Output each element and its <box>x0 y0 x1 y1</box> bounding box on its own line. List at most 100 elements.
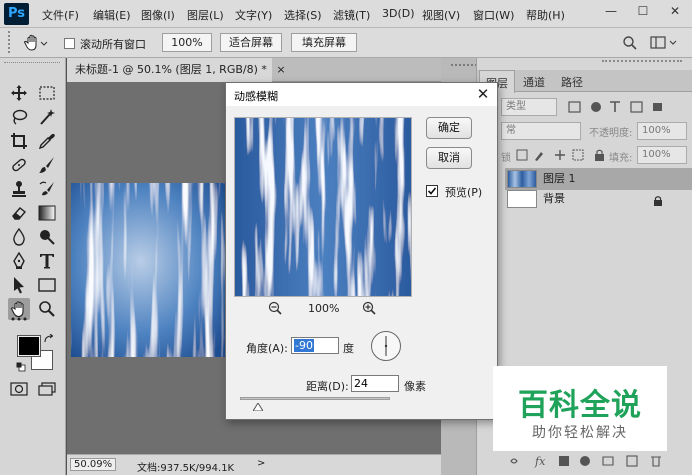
cancel-button[interactable]: 取消 <box>426 147 472 169</box>
layer-kind-filter[interactable]: 类型 <box>501 98 557 116</box>
ok-button[interactable]: 确定 <box>426 117 472 139</box>
document-tab-title: 未标题-1 @ 50.1% (图层 1, RGB/8) * <box>75 63 267 76</box>
dialog-title: 动感模糊 <box>234 90 278 103</box>
distance-unit: 像素 <box>404 380 426 393</box>
fill-field[interactable]: 100% <box>637 146 687 164</box>
layer-thumbnail <box>507 190 537 208</box>
swap-colors-icon[interactable] <box>43 333 55 344</box>
path-select-icon[interactable] <box>8 274 30 296</box>
distance-slider-track[interactable] <box>240 397 390 400</box>
layer-row-background[interactable]: 背景 <box>505 188 692 210</box>
type-tool-icon[interactable] <box>36 250 58 272</box>
menu-bar: Ps 文件(F) 编辑(E) 图像(I) 图层(L) 文字(Y) 选择(S) 滤… <box>0 0 692 28</box>
close-document-icon[interactable]: × <box>276 63 285 76</box>
layers-panel-tabs: 图层 通道 路径 <box>477 70 692 93</box>
marquee-tool-icon[interactable] <box>36 82 58 104</box>
zoom-in-icon[interactable] <box>362 301 376 315</box>
blend-mode-select[interactable]: 常 <box>501 122 581 140</box>
tab-paths[interactable]: 路径 <box>561 74 583 90</box>
photoshop-logo-icon: Ps <box>4 3 29 25</box>
pen-tool-icon[interactable] <box>8 250 30 272</box>
menu-window[interactable]: 窗口(W) <box>473 7 514 23</box>
distance-slider-thumb[interactable] <box>252 401 264 412</box>
menu-edit[interactable]: 编辑(E) <box>93 7 131 23</box>
dialog-close-button[interactable]: ✕ <box>473 84 493 104</box>
more-tools-icon[interactable] <box>8 308 30 330</box>
search-icon[interactable] <box>622 35 638 51</box>
watermark-subtitle: 助你轻松解决 <box>532 425 628 441</box>
distance-label: 距离(D): <box>306 380 349 393</box>
angle-value: -90 <box>294 339 314 352</box>
menu-select[interactable]: 选择(S) <box>284 7 322 23</box>
options-grip <box>8 31 22 53</box>
move-tool-icon[interactable] <box>8 82 30 104</box>
lock-icons[interactable] <box>515 148 615 162</box>
menu-file[interactable]: 文件(F) <box>42 7 79 23</box>
minimize-button[interactable]: — <box>596 0 626 22</box>
toolbox-grip <box>4 62 60 66</box>
blur-tool-icon[interactable] <box>8 226 30 248</box>
eraser-icon[interactable] <box>8 202 30 224</box>
layers-panel-footer[interactable]: fx <box>505 453 691 469</box>
menu-layer[interactable]: 图层(L) <box>187 7 224 23</box>
history-brush-icon[interactable] <box>36 178 58 200</box>
scroll-all-windows-checkbox[interactable] <box>64 38 75 49</box>
default-colors-icon[interactable] <box>16 362 26 372</box>
fill-screen-button[interactable]: 填充屏幕 <box>291 33 357 52</box>
preview-label: 预览(P) <box>445 186 483 199</box>
angle-label: 角度(A): <box>246 342 288 355</box>
lasso-tool-icon[interactable] <box>8 106 30 128</box>
angle-unit: 度 <box>343 342 354 355</box>
crop-tool-icon[interactable] <box>8 130 30 152</box>
zoom-out-icon[interactable] <box>268 301 282 315</box>
close-window-button[interactable]: ✕ <box>660 0 690 22</box>
fit-screen-button[interactable]: 适合屏幕 <box>220 33 282 52</box>
layer-name: 背景 <box>543 192 565 205</box>
menu-view[interactable]: 视图(V) <box>422 7 460 23</box>
opacity-field[interactable]: 100% <box>637 122 687 140</box>
options-bar: 滚动所有窗口 100% 适合屏幕 填充屏幕 <box>0 28 692 58</box>
menu-image[interactable]: 图像(I) <box>141 7 175 23</box>
angle-dial[interactable] <box>371 331 401 361</box>
preview-checkbox[interactable] <box>426 185 438 197</box>
dodge-tool-icon[interactable] <box>36 226 58 248</box>
menu-filter[interactable]: 滤镜(T) <box>333 7 370 23</box>
menu-help[interactable]: 帮助(H) <box>526 7 565 23</box>
zoom-tool-icon[interactable] <box>36 298 58 320</box>
fill-label: 填充: <box>609 153 633 164</box>
clone-stamp-icon[interactable] <box>8 178 30 200</box>
lock-icon <box>653 193 663 206</box>
hand-tool-preset-icon[interactable] <box>22 33 50 53</box>
dialog-title-bar[interactable]: 动感模糊 ✕ <box>226 83 497 106</box>
document-canvas-image[interactable] <box>71 183 226 357</box>
zoom-100-button[interactable]: 100% <box>162 33 212 52</box>
gradient-icon[interactable] <box>36 202 58 224</box>
rectangle-tool-icon[interactable] <box>36 274 58 296</box>
menu-3d[interactable]: 3D(D) <box>382 7 415 20</box>
layer-filter-icons[interactable] <box>567 100 687 114</box>
healing-brush-icon[interactable] <box>8 154 30 176</box>
tab-channels[interactable]: 通道 <box>523 74 545 90</box>
foreground-color-swatch[interactable] <box>17 335 41 357</box>
layer-name: 图层 1 <box>543 172 576 185</box>
scroll-all-windows-label: 滚动所有窗口 <box>80 38 146 51</box>
quick-mask-icon[interactable] <box>8 378 30 400</box>
eyedropper-icon[interactable] <box>36 130 58 152</box>
layer-thumbnail <box>507 170 537 188</box>
restore-button[interactable]: ☐ <box>628 0 658 22</box>
screen-mode-icon[interactable] <box>36 378 58 400</box>
document-tab[interactable]: 未标题-1 @ 50.1% (图层 1, RGB/8) * × <box>67 58 286 82</box>
motion-blur-dialog: 动感模糊 ✕ 确定 取消 预览(P) 100% 角度(A): -90 度 距离(… <box>225 82 498 420</box>
zoom-level-field[interactable]: 50.09% <box>70 458 117 471</box>
menu-type[interactable]: 文字(Y) <box>235 7 272 23</box>
magic-wand-icon[interactable] <box>36 106 58 128</box>
status-menu-arrow[interactable]: > <box>257 458 265 469</box>
lock-label: 锁 <box>501 153 511 164</box>
distance-input[interactable]: 24 <box>351 375 399 392</box>
brush-tool-icon[interactable] <box>36 154 58 176</box>
layer-row-layer1[interactable]: 图层 1 <box>505 168 692 190</box>
workspace-switcher-icon[interactable] <box>650 35 680 51</box>
angle-input[interactable]: -90 <box>291 337 339 354</box>
filter-preview[interactable] <box>234 117 412 297</box>
svg-text:fx: fx <box>534 455 546 468</box>
